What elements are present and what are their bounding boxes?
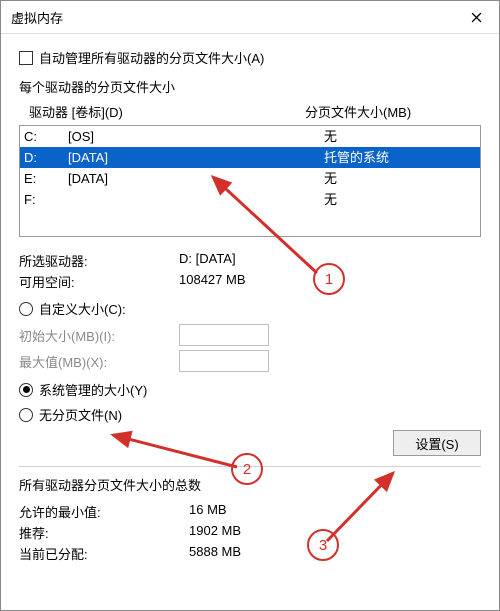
drive-row[interactable]: E: [DATA] 无 (20, 168, 480, 189)
drive-row[interactable]: F: 无 (20, 189, 480, 210)
radio-icon (19, 302, 33, 316)
no-paging-radio[interactable]: 无分页文件(N) (19, 405, 481, 424)
per-drive-label: 每个驱动器的分页文件大小 (19, 77, 481, 96)
total-current: 当前已分配: 5888 MB (19, 544, 481, 563)
drive-row[interactable]: D: [DATA] 托管的系统 (20, 147, 480, 168)
max-size-field: 最大值(MB)(X): (19, 350, 481, 372)
initial-size-input[interactable] (179, 324, 269, 346)
total-min: 允许的最小值: 16 MB (19, 502, 481, 521)
max-size-input[interactable] (179, 350, 269, 372)
divider (19, 466, 481, 467)
close-icon (471, 12, 482, 23)
drive-list-header: 驱动器 [卷标](D) 分页文件大小(MB) (19, 102, 481, 125)
window-title: 虚拟内存 (1, 8, 453, 27)
system-managed-radio[interactable]: 系统管理的大小(Y) (19, 380, 481, 399)
virtual-memory-dialog: 虚拟内存 自动管理所有驱动器的分页文件大小(A) 每个驱动器的分页文件大小 驱动… (0, 0, 500, 611)
initial-size-field: 初始大小(MB)(I): (19, 324, 481, 346)
auto-manage-label: 自动管理所有驱动器的分页文件大小(A) (39, 48, 264, 67)
total-recommend: 推荐: 1902 MB (19, 523, 481, 542)
selected-drive: 所选驱动器: D: [DATA] (19, 251, 481, 270)
set-button[interactable]: 设置(S) (393, 430, 481, 456)
drive-listbox[interactable]: C: [OS] 无 D: [DATA] 托管的系统 E: [DATA] 无 F:… (19, 125, 481, 237)
checkbox-icon (19, 51, 33, 65)
radio-icon (19, 408, 33, 422)
totals-title: 所有驱动器分页文件大小的总数 (19, 475, 481, 494)
radio-icon (19, 383, 33, 397)
header-drive: 驱动器 [卷标](D) (29, 102, 305, 121)
drive-row[interactable]: C: [OS] 无 (20, 126, 480, 147)
titlebar: 虚拟内存 (1, 1, 499, 34)
auto-manage-checkbox[interactable]: 自动管理所有驱动器的分页文件大小(A) (19, 48, 481, 67)
header-paging: 分页文件大小(MB) (305, 102, 475, 121)
dialog-content: 自动管理所有驱动器的分页文件大小(A) 每个驱动器的分页文件大小 驱动器 [卷标… (1, 34, 499, 563)
close-button[interactable] (453, 1, 499, 33)
free-space: 可用空间: 108427 MB (19, 272, 481, 291)
custom-size-radio[interactable]: 自定义大小(C): (19, 299, 481, 318)
